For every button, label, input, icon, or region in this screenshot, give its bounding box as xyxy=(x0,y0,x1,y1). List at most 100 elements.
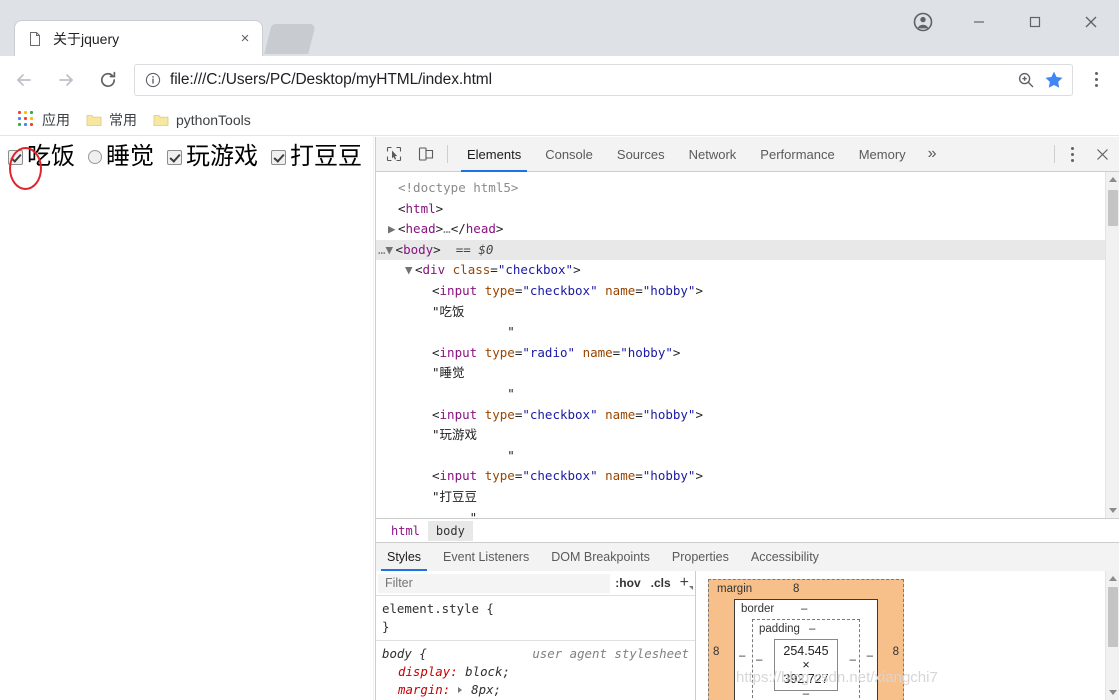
tab-sources[interactable]: Sources xyxy=(605,137,677,172)
box-padding-right-value[interactable]: – xyxy=(850,654,856,666)
tab-accessibility[interactable]: Accessibility xyxy=(740,543,830,571)
css-property[interactable]: display: xyxy=(382,664,458,679)
tab-close-icon[interactable]: × xyxy=(236,30,254,48)
inspect-cursor-icon[interactable] xyxy=(379,140,408,169)
box-padding-left-value[interactable]: – xyxy=(756,654,762,666)
dom-tree-row[interactable]: <html> xyxy=(376,199,1119,220)
box-content-size[interactable]: 254.545 × 392.727 xyxy=(774,639,838,691)
dom-tree-row[interactable]: <input type="checkbox" name="hobby"> xyxy=(376,466,1119,487)
profile-icon[interactable] xyxy=(895,0,951,44)
back-arrow-icon[interactable] xyxy=(6,62,42,98)
chrome-menu-icon[interactable] xyxy=(1081,62,1111,98)
dom-tree-row[interactable]: " xyxy=(376,446,1119,467)
disclosure-triangle-icon[interactable]: ▶ xyxy=(388,219,398,240)
styles-filter-input[interactable] xyxy=(378,573,611,593)
dom-tree[interactable]: <!doctype html5> <html> ▶ <head>…</head> …▼ <… xyxy=(376,172,1119,518)
browser-tab[interactable]: 关于jquery × xyxy=(14,20,263,56)
css-declaration-display[interactable]: display: block; xyxy=(382,663,695,681)
dom-tree-row[interactable]: ▶ <head>…</head> xyxy=(376,219,1119,240)
scroll-down-arrow-icon[interactable] xyxy=(1109,690,1117,695)
tab-elements[interactable]: Elements xyxy=(455,137,533,172)
reload-icon[interactable] xyxy=(90,62,126,98)
info-circle-icon[interactable] xyxy=(145,72,161,88)
tab-memory[interactable]: Memory xyxy=(847,137,918,172)
devtools-close-icon[interactable] xyxy=(1085,140,1119,169)
dom-tree-row[interactable]: <input type="checkbox" name="hobby"> xyxy=(376,405,1119,426)
box-border-right-value[interactable]: – xyxy=(867,650,873,662)
box-model-diagram[interactable]: margin 8 8 8 border – – – padding – – – xyxy=(708,579,904,700)
box-border-top-value[interactable]: – xyxy=(801,603,807,615)
breadcrumb-html[interactable]: html xyxy=(383,521,428,541)
tab-event-listeners[interactable]: Event Listeners xyxy=(432,543,540,571)
box-border-region[interactable]: border – – – padding – – – 254.545 × 392… xyxy=(734,599,878,700)
maximize-button[interactable] xyxy=(1007,0,1063,44)
new-style-rule-button[interactable]: + xyxy=(676,574,695,592)
dom-tree-row[interactable]: "睡觉 xyxy=(376,363,1119,384)
dom-tree-pane[interactable]: <!doctype html5> <html> ▶ <head>…</head> …▼ <… xyxy=(376,172,1119,518)
scroll-down-arrow-icon[interactable] xyxy=(1109,508,1117,513)
tab-properties[interactable]: Properties xyxy=(661,543,740,571)
forward-arrow-icon[interactable] xyxy=(48,62,84,98)
disclosure-triangle-icon[interactable]: ▼ xyxy=(386,240,396,261)
dom-tree-row[interactable]: "打豆豆 xyxy=(376,487,1119,508)
box-border-left-value[interactable]: – xyxy=(739,650,745,662)
dom-scroll-thumb[interactable] xyxy=(1108,190,1118,226)
box-margin-right-value[interactable]: 8 xyxy=(893,646,899,658)
dom-tree-row[interactable]: <input type="radio" name="hobby"> xyxy=(376,343,1119,364)
css-property[interactable]: margin: xyxy=(382,682,450,697)
devtools-menu-icon[interactable] xyxy=(1059,140,1085,169)
checkbox-dadoudou[interactable] xyxy=(271,149,286,165)
close-window-button[interactable] xyxy=(1063,0,1119,44)
box-padding-top-value[interactable]: – xyxy=(809,623,815,635)
dom-tree-row[interactable]: …▼ <body> == $0 xyxy=(376,239,1119,261)
dom-tree-row[interactable]: <!doctype html5> xyxy=(376,178,1119,199)
radio-sleep[interactable] xyxy=(88,150,102,164)
tab-network[interactable]: Network xyxy=(677,137,749,172)
dom-scrollbar[interactable] xyxy=(1105,172,1119,518)
styles-scrollbar[interactable] xyxy=(1105,571,1119,700)
tab-console[interactable]: Console xyxy=(533,137,605,172)
body-style-rule[interactable]: user agent stylesheet body { display: bl… xyxy=(376,640,695,700)
hobby-label: 打豆豆 xyxy=(290,143,362,170)
minimize-button[interactable] xyxy=(951,0,1007,44)
address-bar[interactable]: file:///C:/Users/PC/Desktop/myHTML/index… xyxy=(134,63,1073,96)
css-value[interactable]: block; xyxy=(465,664,510,679)
breadcrumb-body[interactable]: body xyxy=(427,520,473,541)
star-filled-icon[interactable] xyxy=(1040,66,1068,94)
dom-tree-row[interactable]: " xyxy=(376,322,1119,343)
styles-scroll-thumb[interactable] xyxy=(1108,587,1118,647)
disclosure-triangle-icon[interactable]: ▼ xyxy=(405,260,415,281)
dom-tree-row[interactable]: <input type="checkbox" name="hobby"> xyxy=(376,281,1119,302)
checkbox-games[interactable] xyxy=(167,149,182,165)
dom-tree-row[interactable]: " xyxy=(376,384,1119,405)
tab-performance[interactable]: Performance xyxy=(748,137,846,172)
css-value[interactable]: 8px; xyxy=(471,682,501,697)
box-padding-region[interactable]: padding – – – 254.545 × 392.727 – xyxy=(752,619,860,700)
tab-dom-breakpoints[interactable]: DOM Breakpoints xyxy=(540,543,661,571)
box-padding-bottom-value[interactable]: – xyxy=(803,688,809,700)
tab-styles[interactable]: Styles xyxy=(376,543,432,571)
dom-tree-row[interactable]: "玩游戏 xyxy=(376,425,1119,446)
checkbox-eat[interactable] xyxy=(8,149,23,165)
bookmark-folder-common[interactable]: 常用 xyxy=(78,108,145,132)
hov-toggle-button[interactable]: :hov xyxy=(610,576,645,590)
bookmark-apps[interactable]: 应用 xyxy=(10,108,78,132)
device-toolbar-icon[interactable] xyxy=(411,140,440,169)
cls-toggle-button[interactable]: .cls xyxy=(646,576,676,590)
dom-tree-row[interactable]: "吃饭 xyxy=(376,302,1119,323)
bookmark-folder-pythontools[interactable]: pythonTools xyxy=(145,108,259,132)
element-style-rule[interactable]: element.style { } xyxy=(376,596,695,640)
dom-tree-row[interactable]: ▼ <div class="checkbox"> xyxy=(376,260,1119,281)
dom-tree-row[interactable]: " xyxy=(376,508,1119,519)
element-style-selector[interactable]: element.style { xyxy=(382,600,695,618)
expand-triangle-icon[interactable] xyxy=(457,687,462,693)
box-margin-left-value[interactable]: 8 xyxy=(713,646,719,658)
zoom-in-icon[interactable] xyxy=(1012,66,1040,94)
scroll-up-arrow-icon[interactable] xyxy=(1109,576,1117,581)
css-declaration-margin[interactable]: margin: 8px; xyxy=(382,681,695,699)
scroll-up-arrow-icon[interactable] xyxy=(1109,177,1117,182)
box-margin-top-value[interactable]: 8 xyxy=(793,583,799,595)
url-text[interactable]: file:///C:/Users/PC/Desktop/myHTML/index… xyxy=(170,71,1012,89)
new-tab-button[interactable] xyxy=(264,24,316,54)
more-tabs-icon[interactable]: » xyxy=(918,137,947,172)
